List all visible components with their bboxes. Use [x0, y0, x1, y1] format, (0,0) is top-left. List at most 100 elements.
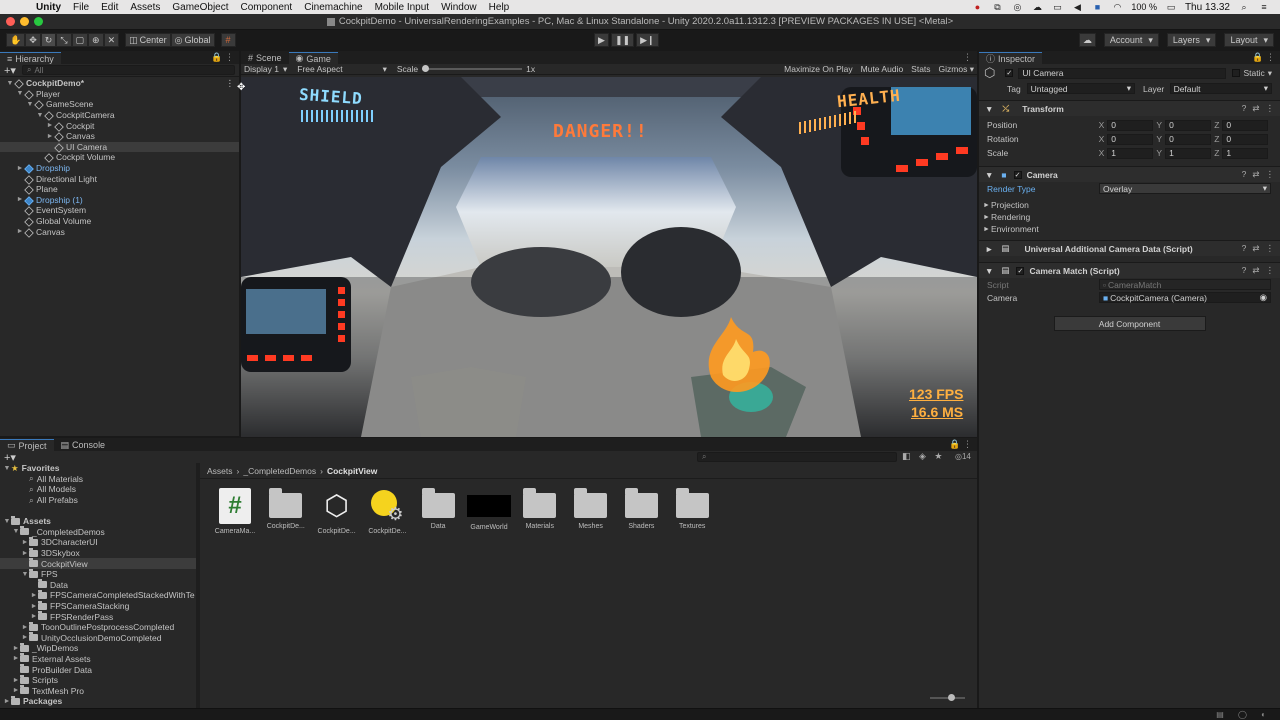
icon-size-slider[interactable]	[930, 694, 965, 701]
stats-toggle[interactable]: Stats	[911, 64, 930, 75]
y-value-field[interactable]: 1	[1165, 147, 1212, 159]
hierarchy-item[interactable]: ► Canvas	[0, 226, 239, 237]
y-value-field[interactable]: 0	[1165, 119, 1212, 131]
foldout-arrow-icon[interactable]: ►	[30, 603, 38, 610]
cloud-icon[interactable]: ☁	[1031, 2, 1043, 12]
project-tree-item[interactable]: Data	[0, 579, 196, 591]
hierarchy-item[interactable]: ► Cockpit	[0, 120, 239, 131]
project-tree-item[interactable]: ▼ Assets	[0, 515, 196, 527]
breadcrumb-assets[interactable]: Assets	[207, 466, 233, 476]
add-icon[interactable]: +▾	[4, 451, 16, 464]
y-value-field[interactable]: 0	[1165, 133, 1212, 145]
aspect-dropdown[interactable]: Free Aspect ▾	[297, 64, 387, 75]
custom-tool-icon[interactable]: ✕	[103, 33, 120, 47]
rendering-foldout[interactable]: ► Rendering	[979, 211, 1280, 223]
tab-inspector[interactable]: ⓘ Inspector	[979, 52, 1043, 64]
kebab-icon[interactable]: ⋮	[1266, 243, 1275, 254]
preset-icon[interactable]: ⇄	[1252, 265, 1259, 276]
slider-thumb[interactable]	[948, 694, 955, 701]
x-value-field[interactable]: 0	[1107, 119, 1154, 131]
project-tree-item[interactable]: ► ToonOutlinePostprocessCompleted	[0, 621, 196, 633]
grid-snap-icon[interactable]: #	[220, 33, 236, 47]
game-view[interactable]: SHIELD HEALTH DANGER!! 123 FPS 16.6 MS	[241, 77, 977, 437]
asset-item[interactable]: CockpitDe...	[261, 486, 311, 530]
hierarchy-item[interactable]: Plane	[0, 184, 239, 195]
hierarchy-item[interactable]: ▼ GameScene	[0, 99, 239, 110]
control-center-icon[interactable]: ≡	[1258, 2, 1270, 12]
project-tree-item[interactable]: ► External Assets	[0, 653, 196, 665]
foldout-arrow-icon[interactable]: ►	[12, 677, 20, 684]
z-value-field[interactable]: 0	[1222, 119, 1269, 131]
kebab-icon[interactable]: ⋮	[1266, 265, 1275, 276]
asset-item[interactable]: Materials	[515, 486, 565, 530]
hierarchy-item[interactable]: Global Volume	[0, 216, 239, 227]
hierarchy-item[interactable]: ▼ CockpitCamera	[0, 110, 239, 121]
project-tree-item[interactable]: ⌕ All Models	[0, 484, 196, 495]
foldout-arrow-icon[interactable]: ►	[30, 613, 38, 620]
hierarchy-item[interactable]: ► Dropship (1)	[0, 195, 239, 206]
project-tree-item[interactable]: ▼ FPS	[0, 568, 196, 580]
foldout-arrow-icon[interactable]: ►	[46, 133, 54, 140]
x-value-field[interactable]: 1	[1107, 147, 1154, 159]
cloud-button[interactable]: ☁	[1078, 33, 1096, 47]
step-button[interactable]: ▶❙	[636, 33, 659, 47]
menu-gameobject[interactable]: GameObject	[166, 2, 234, 13]
foldout-arrow-icon[interactable]: ►	[21, 539, 29, 546]
project-tree-item[interactable]: CockpitView	[0, 558, 196, 569]
menu-assets[interactable]: Assets	[124, 2, 166, 13]
tab-hierarchy[interactable]: ≡ Hierarchy	[0, 52, 61, 64]
panel-menu-icon[interactable]: ⋮	[963, 52, 972, 63]
camera-match-enabled-checkbox[interactable]: ✓	[1016, 266, 1025, 275]
project-tree-item[interactable]: ⌕ All Prefabs	[0, 495, 196, 506]
kebab-icon[interactable]: ⋮	[226, 78, 235, 89]
active-checkbox[interactable]: ✓	[1005, 69, 1014, 77]
hierarchy-item[interactable]: ▼ Player	[0, 89, 239, 100]
pivot-global-button[interactable]: ◎ Global	[170, 33, 215, 47]
project-tree-item[interactable]: ⌕ All Materials	[0, 473, 196, 485]
hierarchy-item[interactable]: Directional Light	[0, 173, 239, 184]
foldout-arrow-icon[interactable]: ►	[12, 645, 20, 652]
tab-console[interactable]: ▤ Console	[54, 439, 113, 451]
battery-icon[interactable]: ▭	[1165, 2, 1177, 12]
filter-icons[interactable]: ◧ ◈ ★	[902, 451, 946, 462]
kebab-icon[interactable]: ⋮	[1266, 103, 1275, 114]
tag-dropdown[interactable]: Untagged ▾	[1026, 83, 1135, 94]
clock[interactable]: Thu 13.32	[1185, 2, 1230, 13]
hierarchy-item[interactable]: ▼ CockpitDemo* ⋮	[0, 78, 239, 89]
static-checkbox[interactable]	[1232, 69, 1241, 77]
menu-file[interactable]: File	[67, 2, 95, 13]
help-icon[interactable]: ?	[1242, 169, 1247, 180]
static-toggle[interactable]: Static ▾	[1232, 68, 1272, 79]
preset-icon[interactable]: ⇄	[1252, 103, 1259, 114]
project-tree-item[interactable]: ► FPSCameraStacking	[0, 600, 196, 612]
maximize-on-play-toggle[interactable]: Maximize On Play	[784, 64, 853, 75]
foldout-arrow-icon[interactable]: ►	[12, 655, 20, 662]
transform-tool-icon[interactable]: ⊕	[88, 33, 104, 47]
breadcrumb-completed-demos[interactable]: _CompletedDemos	[243, 466, 316, 476]
layout-dropdown[interactable]: Layout ▾	[1224, 33, 1274, 47]
project-tree-item[interactable]: ProBuilder Data	[0, 664, 196, 675]
asset-item[interactable]: Shaders	[616, 486, 666, 530]
project-tree-item[interactable]: ► UnityOcclusionDemoCompleted	[0, 632, 196, 644]
volume-icon[interactable]: ◀	[1071, 2, 1083, 12]
foldout-arrow-icon[interactable]: ►	[21, 634, 29, 641]
help-icon[interactable]: ?	[1242, 103, 1247, 114]
hierarchy-item[interactable]: UI Camera	[0, 141, 239, 153]
foldout-arrow-icon[interactable]: ►	[21, 550, 29, 557]
preset-icon[interactable]: ⇄	[1252, 243, 1259, 254]
pause-button[interactable]: ❚❚	[611, 33, 635, 47]
hierarchy-search-input[interactable]: ⌕ All	[21, 65, 235, 75]
project-tree-item[interactable]: ▼ ★ Favorites	[0, 463, 196, 474]
add-icon[interactable]: +▾	[4, 64, 16, 77]
hierarchy-item[interactable]: EventSystem	[0, 205, 239, 216]
foldout-arrow-icon[interactable]: ▼	[16, 90, 24, 97]
gizmos-dropdown[interactable]: Gizmos ▾	[939, 64, 974, 75]
hierarchy-item[interactable]: ► Canvas	[0, 131, 239, 142]
foldout-arrow-icon[interactable]: ▼	[3, 465, 11, 472]
scale-slider[interactable]	[422, 65, 523, 72]
menu-cinemachine[interactable]: Cinemachine	[298, 2, 368, 13]
transform-header[interactable]: ▼ ⤯ Transform ? ⇄ ⋮	[979, 100, 1280, 116]
foldout-arrow-icon[interactable]: ►	[3, 698, 11, 705]
wifi-icon[interactable]: ◠	[1111, 2, 1123, 12]
project-search-input[interactable]: ⌕	[697, 452, 897, 462]
